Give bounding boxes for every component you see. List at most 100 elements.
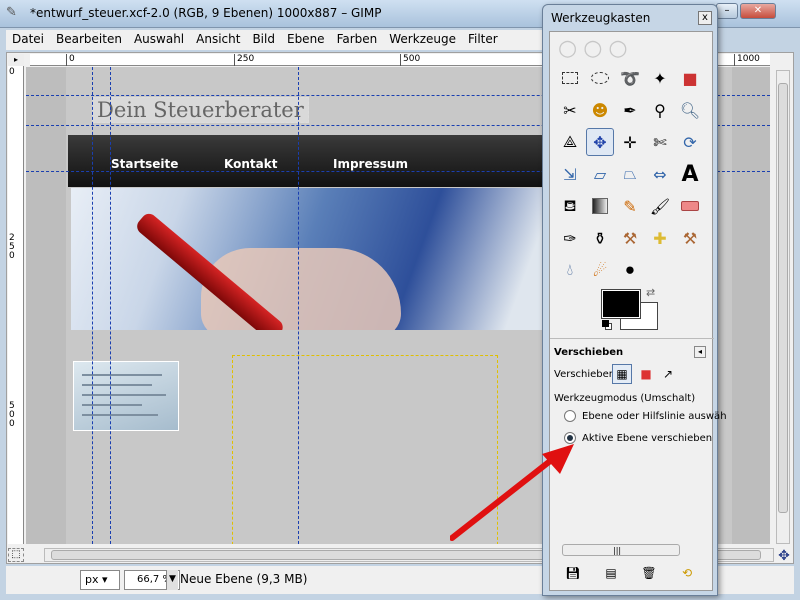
menu-bar: Datei Bearbeiten Auswahl Ansicht Bild Ebene Fa… bbox=[6, 30, 546, 64]
radio-label: Aktive Ebene verschieben bbox=[582, 432, 713, 444]
separator bbox=[550, 338, 714, 339]
ruler-tick: 0 bbox=[66, 54, 75, 66]
minimize-button[interactable]: – bbox=[716, 3, 738, 19]
menu-auswahl[interactable]: Auswahl bbox=[128, 30, 190, 48]
move-layer-icon[interactable]: ▦ bbox=[612, 364, 632, 384]
ruler-tick: 0 bbox=[9, 67, 15, 77]
delete-options-icon[interactable]: 🗑︎ bbox=[640, 564, 658, 582]
radio-button[interactable] bbox=[564, 432, 576, 444]
close-button[interactable]: ✕ bbox=[740, 3, 776, 19]
unit-select[interactable]: px ▾ bbox=[80, 570, 120, 590]
unit-value: px bbox=[85, 573, 99, 586]
toolbox-window: Werkzeugkasten x ○○○ ➰ ✦ ■ ✂ ☻ ✒ ⚲ 🔍︎ ⟁ … bbox=[542, 4, 727, 596]
default-colors-icon[interactable] bbox=[602, 320, 614, 330]
airbrush-icon[interactable]: ✑ bbox=[556, 224, 584, 252]
tool-mode-label: Werkzeugmodus (Umschalt) bbox=[554, 393, 696, 404]
bucket-fill-icon[interactable]: ⛾ bbox=[556, 192, 584, 220]
menu-ansicht[interactable]: Ansicht bbox=[190, 30, 246, 48]
nav-impressum: Impressum bbox=[333, 157, 408, 171]
move-tool-icon[interactable]: ✥ bbox=[586, 128, 614, 156]
scale-icon[interactable]: ⇲ bbox=[556, 160, 584, 188]
rotate-icon[interactable]: ⟳ bbox=[676, 128, 704, 156]
nav-bar-layer: Startseite Kontakt Impressum bbox=[68, 135, 588, 187]
move-path-icon[interactable]: ↗ bbox=[658, 364, 678, 384]
text-tool-icon[interactable]: A bbox=[676, 160, 704, 188]
toolbox-title: Werkzeugkasten bbox=[551, 11, 651, 25]
menu-farben[interactable]: Farben bbox=[331, 30, 384, 48]
move-mode-label: Verschieben: bbox=[554, 369, 619, 380]
menu-werkzeuge[interactable]: Werkzeuge bbox=[383, 30, 462, 48]
menu-datei[interactable]: Datei bbox=[6, 30, 50, 48]
restore-options-icon[interactable]: ▤ bbox=[602, 564, 620, 582]
thumbnail-image-layer bbox=[73, 361, 179, 431]
vertical-ruler[interactable]: 0 250 500 bbox=[8, 66, 24, 544]
clone-icon[interactable]: ⚒ bbox=[616, 224, 644, 252]
ellipse-select-icon[interactable] bbox=[586, 64, 614, 92]
free-select-icon[interactable]: ➰ bbox=[616, 64, 644, 92]
fuzzy-select-icon[interactable]: ✦ bbox=[646, 64, 674, 92]
eraser-icon[interactable] bbox=[676, 192, 704, 220]
rect-select-icon[interactable] bbox=[556, 64, 584, 92]
ruler-tick: 500 bbox=[9, 401, 15, 429]
ruler-tick: 500 bbox=[400, 54, 420, 66]
align-icon[interactable]: ✛ bbox=[616, 128, 644, 156]
quick-mask-icon[interactable]: ⬚ bbox=[8, 548, 24, 562]
menu-ebene[interactable]: Ebene bbox=[281, 30, 331, 48]
navigate-icon[interactable]: ✥ bbox=[776, 548, 792, 564]
measure-icon[interactable]: ⟁ bbox=[556, 128, 584, 156]
site-title-layer: Dein Steuerberater bbox=[92, 97, 309, 123]
shear-icon[interactable]: ▱ bbox=[586, 160, 614, 188]
perspective-clone-icon[interactable]: ⚒ bbox=[676, 224, 704, 252]
toolbox-panel: ○○○ ➰ ✦ ■ ✂ ☻ ✒ ⚲ 🔍︎ ⟁ ✥ ✛ ✄ ⟳ ⇲ ▱ ⏢ ⇔ A… bbox=[549, 31, 727, 591]
window-title: *entwurf_steuer.xcf-2.0 (RGB, 9 Ebenen) … bbox=[30, 6, 382, 20]
smudge-icon[interactable]: ☄ bbox=[586, 256, 614, 284]
scissors-icon[interactable]: ✂ bbox=[556, 96, 584, 124]
radio-button[interactable] bbox=[564, 410, 576, 422]
guide-vertical[interactable] bbox=[298, 67, 299, 544]
ruler-tick: 250 bbox=[9, 233, 15, 261]
tool-options-menu-icon[interactable]: ◂ bbox=[694, 346, 706, 358]
tool-options-title: Verschieben bbox=[554, 347, 624, 358]
wilber-logo: ○○○ bbox=[558, 36, 634, 61]
pointer-corner-icon[interactable]: ▸ bbox=[8, 54, 24, 66]
nav-startseite: Startseite bbox=[111, 157, 179, 171]
radio-label: Ebene oder Hilfslinie auswäh bbox=[582, 410, 727, 422]
guide-vertical[interactable] bbox=[92, 67, 93, 544]
heal-icon[interactable]: ✚ bbox=[646, 224, 674, 252]
color-select-icon[interactable]: ■ bbox=[676, 64, 704, 92]
color-picker-icon[interactable]: ⚲ bbox=[646, 96, 674, 124]
flip-icon[interactable]: ⇔ bbox=[646, 160, 674, 188]
gimp-app-icon: ✎ bbox=[6, 5, 17, 20]
swap-colors-icon[interactable]: ⇄ bbox=[646, 286, 655, 299]
pencil-icon[interactable]: ✎ bbox=[616, 192, 644, 220]
gradient-icon[interactable] bbox=[586, 192, 614, 220]
paths-icon[interactable]: ✒ bbox=[616, 96, 644, 124]
dodge-burn-icon[interactable]: ⚫ bbox=[616, 256, 644, 284]
menu-bild[interactable]: Bild bbox=[246, 30, 281, 48]
radio-pick-layer[interactable]: Ebene oder Hilfslinie auswäh bbox=[564, 410, 727, 422]
ruler-tick: 250 bbox=[234, 54, 254, 66]
radio-move-active-layer[interactable]: Aktive Ebene verschieben bbox=[564, 432, 712, 444]
save-options-icon[interactable]: 💾︎ bbox=[564, 564, 582, 582]
crop-icon[interactable]: ✄ bbox=[646, 128, 674, 156]
paintbrush-icon[interactable]: 🖌︎ bbox=[646, 192, 674, 220]
vertical-scrollbar[interactable] bbox=[776, 70, 790, 544]
foreground-color-swatch[interactable] bbox=[601, 289, 641, 319]
nav-kontakt: Kontakt bbox=[224, 157, 278, 171]
reset-options-icon[interactable]: ⟲ bbox=[678, 564, 696, 582]
zoom-icon[interactable]: 🔍︎ bbox=[676, 96, 704, 124]
menu-bearbeiten[interactable]: Bearbeiten bbox=[50, 30, 128, 48]
blur-icon[interactable]: 💧︎ bbox=[556, 256, 584, 284]
guide-vertical[interactable] bbox=[110, 67, 111, 544]
ruler-tick: 1000 bbox=[734, 54, 760, 66]
layer-info-label: Neue Ebene (9,3 MB) bbox=[180, 572, 308, 586]
move-selection-icon[interactable]: ■ bbox=[636, 364, 656, 384]
foreground-select-icon[interactable]: ☻ bbox=[586, 96, 614, 124]
hero-image-layer bbox=[71, 188, 591, 330]
toolbox-close-button[interactable]: x bbox=[698, 11, 712, 25]
menu-filter[interactable]: Filter bbox=[462, 30, 504, 48]
toolbox-scrollbar[interactable]: ||| bbox=[562, 544, 680, 556]
ink-icon[interactable]: ⚱ bbox=[586, 224, 614, 252]
perspective-icon[interactable]: ⏢ bbox=[616, 160, 644, 188]
zoom-dropdown-icon[interactable]: ▼ bbox=[166, 570, 178, 590]
